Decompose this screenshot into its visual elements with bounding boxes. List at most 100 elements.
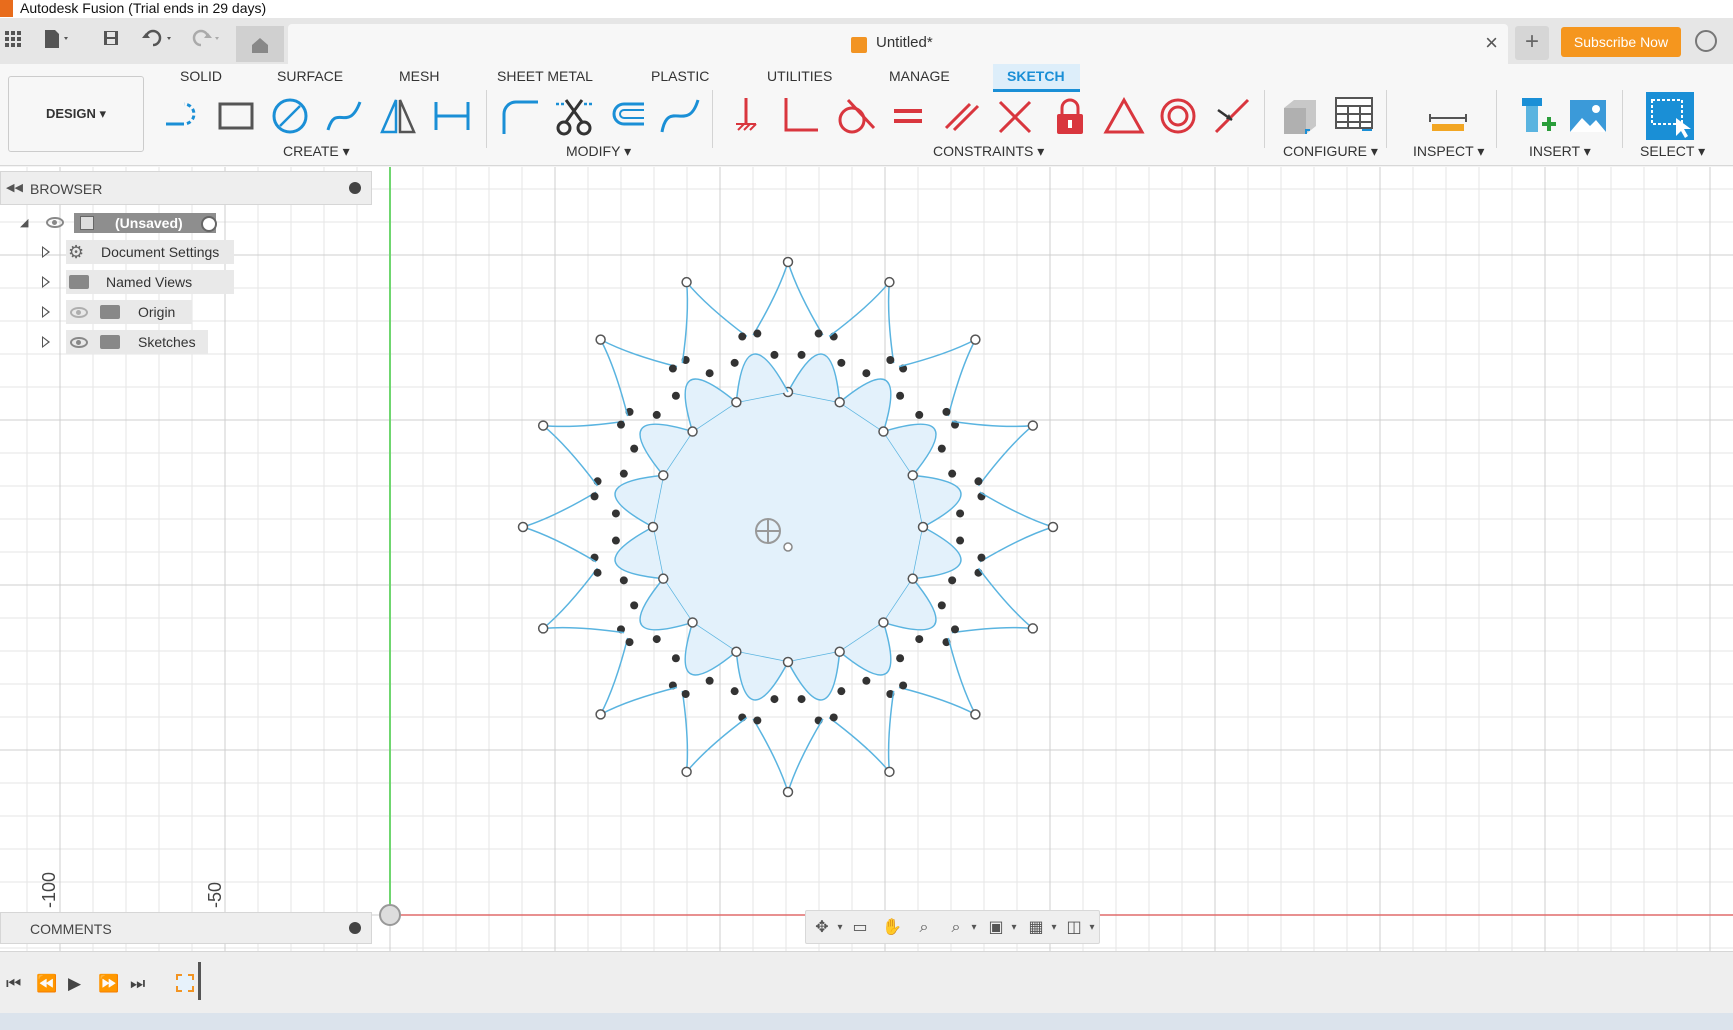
viewports-icon[interactable]: ◫ (1064, 918, 1084, 938)
document-tab[interactable]: Untitled* × (288, 24, 1508, 64)
tangent-constraint-icon[interactable] (832, 94, 876, 138)
sketch-canvas[interactable]: -100 -50 (0, 167, 1733, 951)
display-dropdown-icon[interactable]: ▾ (1004, 918, 1024, 938)
grid-dropdown-icon[interactable]: ▾ (1044, 918, 1064, 938)
viewports-dropdown-icon[interactable]: ▾ (1082, 918, 1102, 938)
sketch-constraint-dot (797, 350, 806, 359)
expand-arrow-icon[interactable] (42, 246, 50, 258)
collapse-panel-icon[interactable]: ◀◀ (6, 181, 23, 194)
next-frame-icon[interactable]: ⏩ (98, 974, 119, 994)
zoom-dropdown-icon[interactable]: ▾ (964, 918, 984, 938)
parallel-constraint-icon[interactable] (940, 94, 984, 138)
rectangle-tool-icon[interactable] (214, 94, 258, 138)
activate-radio-icon[interactable] (201, 216, 217, 232)
save-icon[interactable] (98, 28, 124, 54)
configure-table-icon[interactable] (1332, 94, 1376, 138)
fix-constraint-icon[interactable] (724, 94, 768, 138)
offset-tool-icon[interactable] (606, 94, 650, 138)
hidden-eye-icon[interactable] (70, 307, 88, 318)
insert-mcmaster-icon[interactable] (1514, 94, 1558, 138)
panel-minimize-icon[interactable] (349, 182, 361, 194)
file-icon[interactable] (42, 28, 68, 54)
close-icon[interactable]: × (1485, 30, 1498, 56)
tab-solid[interactable]: SOLID (180, 68, 222, 84)
circle-tool-icon[interactable] (268, 94, 312, 138)
orbit-dropdown-icon[interactable]: ▾ (830, 918, 850, 938)
tab-sketch[interactable]: SKETCH (1007, 68, 1065, 84)
sketch-constraint-dot (937, 444, 946, 453)
visibility-eye-icon[interactable] (46, 217, 64, 228)
conic-curve-icon[interactable] (658, 94, 702, 138)
expand-arrow-icon[interactable]: ◢ (20, 211, 28, 235)
tab-manage[interactable]: MANAGE (889, 68, 950, 84)
tab-sheet-metal[interactable]: SHEET METAL (497, 68, 593, 84)
browser-item-sketches[interactable]: Sketches (40, 330, 240, 354)
lock-constraint-icon[interactable] (1048, 94, 1092, 138)
group-divider (712, 90, 713, 148)
gear-icon: ⚙ (68, 242, 85, 262)
account-icon[interactable] (1695, 30, 1717, 52)
sketch-constraint-dot (730, 358, 739, 367)
timeline-marker[interactable] (198, 962, 201, 1000)
midpoint-constraint-icon[interactable] (1210, 94, 1254, 138)
tab-plastic[interactable]: PLASTIC (651, 68, 709, 84)
insert-menu[interactable]: INSERT ▾ (1529, 143, 1591, 160)
play-icon[interactable]: ▶ (68, 974, 81, 994)
item-label: Named Views (106, 274, 193, 290)
perpendicular-constraint-icon[interactable] (994, 94, 1038, 138)
tab-utilities[interactable]: UTILITIES (767, 68, 832, 84)
sketch-constraint-dot (738, 332, 747, 341)
browser-item-document-settings[interactable]: ⚙ Document Settings (40, 240, 240, 264)
tab-surface[interactable]: SURFACE (277, 68, 343, 84)
undo-icon[interactable] (140, 28, 171, 54)
expand-arrow-icon[interactable] (42, 276, 50, 288)
first-frame-icon[interactable]: ⏮ (6, 974, 21, 994)
new-tab-icon[interactable]: + (1515, 26, 1549, 60)
look-at-icon[interactable]: ▭ (850, 918, 870, 938)
equal-constraint-icon[interactable] (886, 94, 930, 138)
sketch-constraint-dot (668, 364, 677, 373)
modify-menu[interactable]: MODIFY ▾ (566, 143, 631, 160)
constraints-menu[interactable]: CONSTRAINTS ▾ (933, 143, 1044, 160)
concentric-constraint-icon[interactable] (1156, 94, 1200, 138)
coincident-constraint-icon[interactable] (778, 94, 822, 138)
visibility-eye-icon[interactable] (70, 337, 88, 348)
measure-tool-icon[interactable] (1426, 94, 1470, 138)
dimension-tool-icon[interactable] (430, 94, 474, 138)
zoom-icon[interactable]: ⌕ (914, 918, 934, 938)
expand-arrow-icon[interactable] (42, 336, 50, 348)
fillet-tool-icon[interactable] (498, 94, 542, 138)
expand-arrow-icon[interactable] (42, 306, 50, 318)
zoom-window-icon[interactable]: ⌕ (946, 918, 966, 938)
spline-tool-icon[interactable] (322, 94, 366, 138)
subscribe-now-button[interactable]: Subscribe Now (1561, 27, 1681, 57)
create-menu[interactable]: CREATE ▾ (283, 143, 350, 160)
browser-item-named-views[interactable]: Named Views (40, 270, 240, 294)
previous-frame-icon[interactable]: ⏪ (36, 974, 57, 994)
insert-image-icon[interactable] (1566, 94, 1610, 138)
display-settings-icon[interactable]: ▣ (986, 918, 1006, 938)
select-menu[interactable]: SELECT ▾ (1640, 143, 1705, 160)
orbit-icon[interactable]: ✥ (812, 918, 832, 938)
browser-root-row[interactable]: ◢ (Unsaved) (20, 211, 230, 235)
line-tool-icon[interactable] (160, 94, 204, 138)
configure-menu[interactable]: CONFIGURE ▾ (1283, 143, 1378, 160)
inspect-menu[interactable]: INSPECT ▾ (1413, 143, 1484, 160)
browser-item-origin[interactable]: Origin (40, 300, 240, 324)
select-tool-icon[interactable] (1646, 92, 1694, 140)
configure-model-icon[interactable] (1278, 94, 1322, 138)
timeline-sketch-feature-icon[interactable] (176, 974, 194, 992)
apps-grid-icon[interactable] (0, 28, 26, 54)
origin-point-icon[interactable] (379, 904, 401, 926)
add-comment-icon[interactable] (349, 922, 361, 934)
triangle-constraint-icon[interactable] (1102, 94, 1146, 138)
mirror-tool-icon[interactable] (376, 94, 420, 138)
workspace-switcher-button[interactable]: DESIGN ▾ (8, 76, 144, 152)
redo-icon[interactable] (188, 28, 219, 54)
home-icon[interactable] (236, 26, 284, 62)
last-frame-icon[interactable]: ⏭ (130, 974, 145, 994)
trim-scissors-icon[interactable] (552, 94, 596, 138)
pan-hand-icon[interactable]: ✋ (882, 918, 902, 938)
grid-settings-icon[interactable]: ▦ (1026, 918, 1046, 938)
tab-mesh[interactable]: MESH (399, 68, 439, 84)
